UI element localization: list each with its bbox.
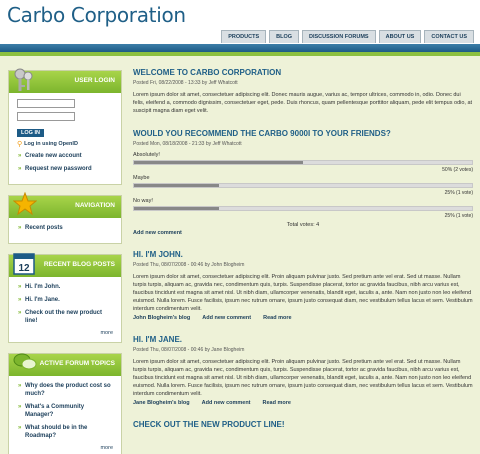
- john-title[interactable]: HI. I'M JOHN.: [133, 250, 473, 259]
- star-icon: [12, 191, 38, 218]
- poll-choice-result: 50% (2 votes): [442, 167, 473, 173]
- site-name[interactable]: Carbo Corporation: [7, 3, 186, 27]
- poll-bar-fill: [134, 161, 303, 164]
- header-band: [0, 44, 480, 52]
- poll-links: Add new comment: [133, 230, 473, 236]
- keys-icon: [13, 67, 35, 95]
- calendar-day: 12: [18, 263, 30, 274]
- poll-bar: [133, 183, 473, 188]
- john-meta: Posted Thu, 08/07/2008 - 00:46 by John B…: [133, 262, 245, 268]
- welcome-body: Lorem ipsum dolor sit amet, consectetuer…: [133, 92, 473, 114]
- request-password-link[interactable]: Request new password: [17, 165, 113, 173]
- poll-add-comment-link[interactable]: Add new comment: [133, 230, 182, 236]
- poll-choice-label: Absolutely!: [133, 152, 160, 158]
- forum-body: Why does the product cost so much? What'…: [9, 376, 121, 454]
- tab-blog[interactable]: BLOG: [269, 30, 300, 43]
- recent-blog-block: 12 RECENT BLOG POSTS Hi. I'm John. Hi. I…: [8, 253, 122, 343]
- jane-blog-link[interactable]: Jane Blogheim's blog: [133, 400, 190, 406]
- jane-node: HI. I'M JANE. Posted Thu, 08/07/2008 - 0…: [133, 335, 473, 406]
- blog-item-jane[interactable]: Hi. I'm Jane.: [17, 296, 113, 304]
- tab-about-us[interactable]: ABOUT US: [378, 30, 422, 43]
- user-login-block: USER LOGIN LOG IN ⚲ Log in using OpenID …: [8, 68, 122, 185]
- poll-total: Total votes: 4: [286, 222, 320, 228]
- user-login-title: USER LOGIN: [74, 77, 115, 84]
- jane-body: Lorem ipsum dolor sit amet, consectetuer…: [133, 359, 473, 397]
- blog-more-link[interactable]: more: [17, 330, 113, 336]
- poll-choice-label: Maybe: [133, 175, 150, 181]
- recent-blog-body: Hi. I'm John. Hi. I'm Jane. Check out th…: [9, 277, 121, 342]
- forum-more-link[interactable]: more: [17, 445, 113, 451]
- openid-login[interactable]: ⚲ Log in using OpenID: [17, 140, 113, 148]
- login-button[interactable]: LOG IN: [17, 129, 44, 137]
- forum-topic-roadmap[interactable]: What should be in the Roadmap?: [17, 424, 113, 440]
- user-login-header: USER LOGIN: [9, 68, 121, 93]
- john-body: Lorem ipsum dolor sit amet, consectetuer…: [133, 274, 473, 312]
- recent-blog-title: RECENT BLOG POSTS: [43, 261, 115, 268]
- navigation-header: NAVIGATION: [9, 191, 121, 218]
- poll-choice: Absolutely! 50% (2 votes): [133, 152, 473, 173]
- product-node: CHECK OUT THE NEW PRODUCT LINE!: [133, 420, 473, 429]
- poll-title[interactable]: WOULD YOU RECOMMEND THE CARBO 9000I TO Y…: [133, 129, 473, 138]
- forum-topic-cost[interactable]: Why does the product cost so much?: [17, 382, 113, 398]
- jane-read-more-link[interactable]: Read more: [263, 400, 291, 406]
- recent-blog-header: 12 RECENT BLOG POSTS: [9, 253, 121, 277]
- poll-node: WOULD YOU RECOMMEND THE CARBO 9000I TO Y…: [133, 129, 473, 236]
- primary-tabs: PRODUCTS BLOG DISCUSSION FORUMS ABOUT US…: [221, 30, 474, 43]
- poll-bar-fill: [134, 184, 219, 187]
- main-content: WELCOME TO CARBO CORPORATION Posted Fri,…: [133, 68, 473, 443]
- header: Carbo Corporation PRODUCTS BLOG DISCUSSI…: [0, 0, 480, 44]
- chat-bubbles-icon: [13, 350, 37, 376]
- sidebar: USER LOGIN LOG IN ⚲ Log in using OpenID …: [8, 68, 122, 454]
- poll-bar-fill: [134, 207, 219, 210]
- john-add-comment-link[interactable]: Add new comment: [202, 315, 251, 321]
- navigation-body: Recent posts: [9, 218, 121, 243]
- poll-choice: No way! 25% (1 vote): [133, 198, 473, 219]
- product-title[interactable]: CHECK OUT THE NEW PRODUCT LINE!: [133, 420, 473, 429]
- poll-choice: Maybe 25% (1 vote): [133, 175, 473, 196]
- welcome-meta: Posted Fri, 08/22/2008 - 13:33 by Jeff W…: [133, 80, 238, 86]
- forum-header: ACTIVE FORUM TOPICS: [9, 353, 121, 376]
- poll-choice-result: 25% (1 vote): [444, 213, 473, 219]
- tab-contact-us[interactable]: CONTACT US: [424, 30, 474, 43]
- poll-meta: Posted Mon, 08/18/2008 - 21:33 by Jeff W…: [133, 141, 242, 147]
- user-login-body: LOG IN ⚲ Log in using OpenID Create new …: [9, 93, 121, 184]
- jane-meta: Posted Thu, 08/07/2008 - 00:46 by Jane B…: [133, 347, 245, 353]
- john-node: HI. I'M JOHN. Posted Thu, 08/07/2008 - 0…: [133, 250, 473, 321]
- tab-discussion-forums[interactable]: DISCUSSION FORUMS: [302, 30, 376, 43]
- openid-label: Log in using OpenID: [24, 141, 78, 147]
- john-read-more-link[interactable]: Read more: [263, 315, 291, 321]
- blog-item-john[interactable]: Hi. I'm John.: [17, 283, 113, 291]
- jane-links: Jane Blogheim's blog Add new comment Rea…: [133, 400, 473, 406]
- forum-title: ACTIVE FORUM TOPICS: [39, 360, 115, 367]
- poll-bar: [133, 206, 473, 211]
- jane-add-comment-link[interactable]: Add new comment: [202, 400, 251, 406]
- password-field[interactable]: [17, 112, 75, 121]
- calendar-icon: 12: [13, 251, 35, 277]
- tab-products[interactable]: PRODUCTS: [221, 30, 267, 43]
- forum-block: ACTIVE FORUM TOPICS Why does the product…: [8, 353, 122, 454]
- navigation-title: NAVIGATION: [75, 202, 115, 209]
- recent-posts-link[interactable]: Recent posts: [17, 224, 113, 232]
- welcome-node: WELCOME TO CARBO CORPORATION Posted Fri,…: [133, 68, 473, 115]
- openid-icon: ⚲: [17, 141, 23, 148]
- poll-choice-result: 25% (1 vote): [444, 190, 473, 196]
- blog-item-product[interactable]: Check out the new product line!: [17, 309, 113, 325]
- poll-choice-label: No way!: [133, 198, 153, 204]
- welcome-title[interactable]: WELCOME TO CARBO CORPORATION: [133, 68, 473, 77]
- poll-bar: [133, 160, 473, 165]
- navigation-block: NAVIGATION Recent posts: [8, 191, 122, 244]
- john-links: John Blogheim's blog Add new comment Rea…: [133, 315, 473, 321]
- header-accent: [0, 52, 480, 56]
- jane-title[interactable]: HI. I'M JANE.: [133, 335, 473, 344]
- create-account-link[interactable]: Create new account: [17, 152, 113, 160]
- username-field[interactable]: [17, 99, 75, 108]
- john-blog-link[interactable]: John Blogheim's blog: [133, 315, 190, 321]
- forum-topic-community[interactable]: What's a Community Manager?: [17, 403, 113, 419]
- login-links: Create new account Request new password: [17, 152, 113, 173]
